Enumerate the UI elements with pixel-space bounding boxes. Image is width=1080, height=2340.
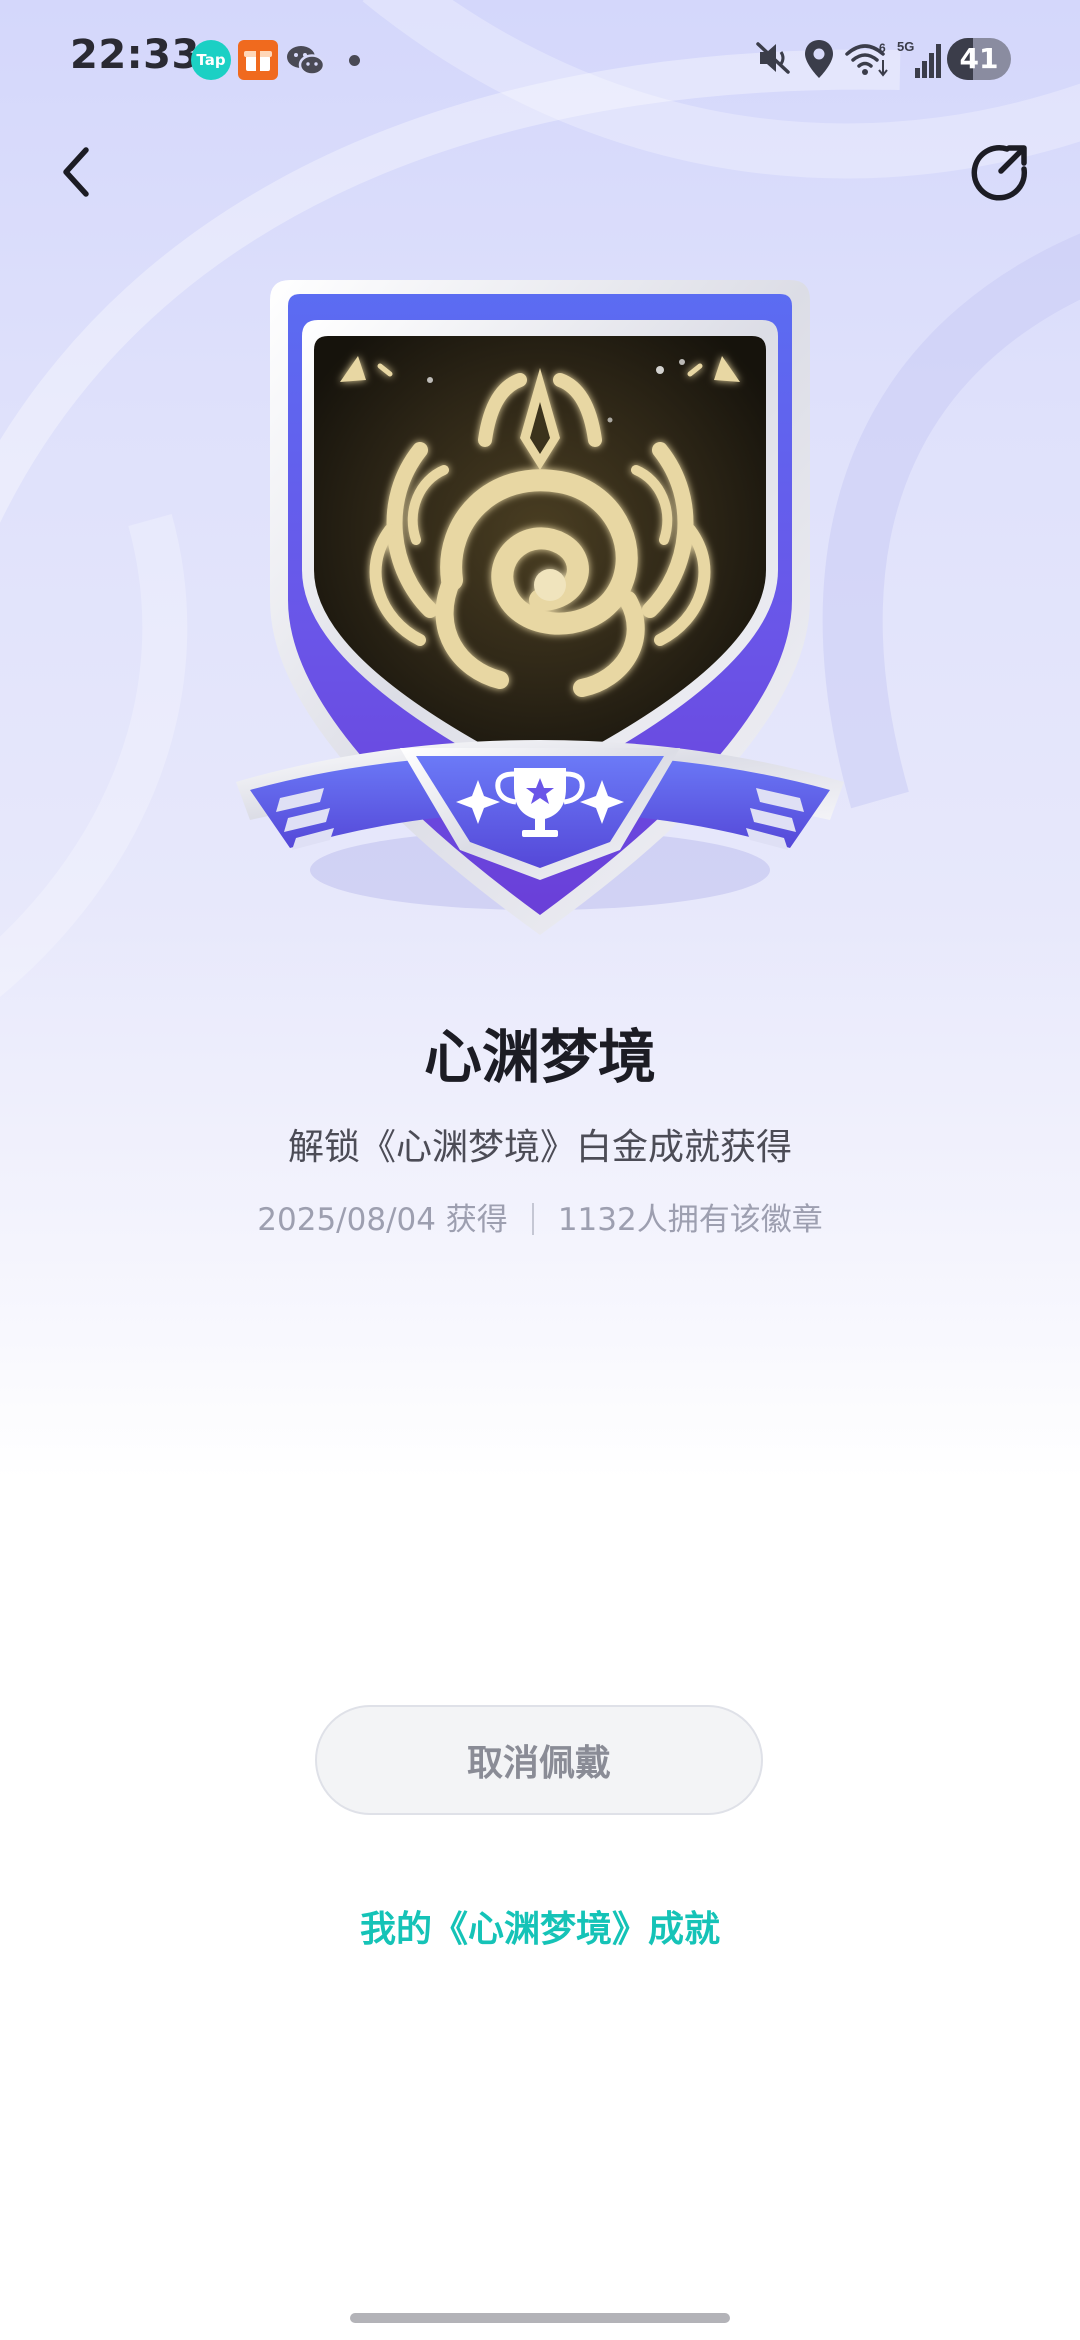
home-indicator[interactable] (350, 2313, 730, 2323)
back-button[interactable] (40, 136, 112, 208)
battery-level: 41 (959, 42, 999, 75)
gift-app-icon (238, 40, 278, 80)
battery-icon: 41 (947, 38, 1011, 80)
share-button[interactable] (964, 136, 1036, 208)
badge-emblem (236, 280, 844, 935)
svg-text:5G: 5G (897, 39, 914, 54)
signal-icon: 5G (897, 39, 941, 78)
share-icon (971, 145, 1028, 201)
tap-app-icon: Tap (191, 40, 231, 80)
location-icon (805, 40, 833, 78)
meta-divider (531, 1203, 534, 1235)
obtained-date: 2025/08/04 获得 (257, 1202, 508, 1238)
notification-dot (349, 55, 360, 66)
wifi-icon: 6 (845, 41, 888, 77)
chevron-left-icon (63, 147, 89, 197)
owner-count: 1132人拥有该徽章 (557, 1202, 823, 1238)
badge-title: 心渊梦境 (423, 1023, 656, 1091)
svg-text:6: 6 (879, 41, 886, 55)
wechat-icon (287, 46, 326, 76)
mute-icon (756, 42, 790, 74)
cancel-wear-button[interactable]: 取消佩戴 (315, 1705, 763, 1815)
my-achievements-link[interactable]: 我的《心渊梦境》成就 (0, 1900, 1080, 1952)
status-time: 22:33 (70, 32, 200, 78)
badge-meta: 2025/08/04 获得 1132人拥有该徽章 (0, 1194, 1080, 1239)
badge-description: 解锁《心渊梦境》白金成就获得 (287, 1127, 792, 1168)
status-bar: 22:33 Tap 6 5G 41 (0, 0, 1080, 118)
